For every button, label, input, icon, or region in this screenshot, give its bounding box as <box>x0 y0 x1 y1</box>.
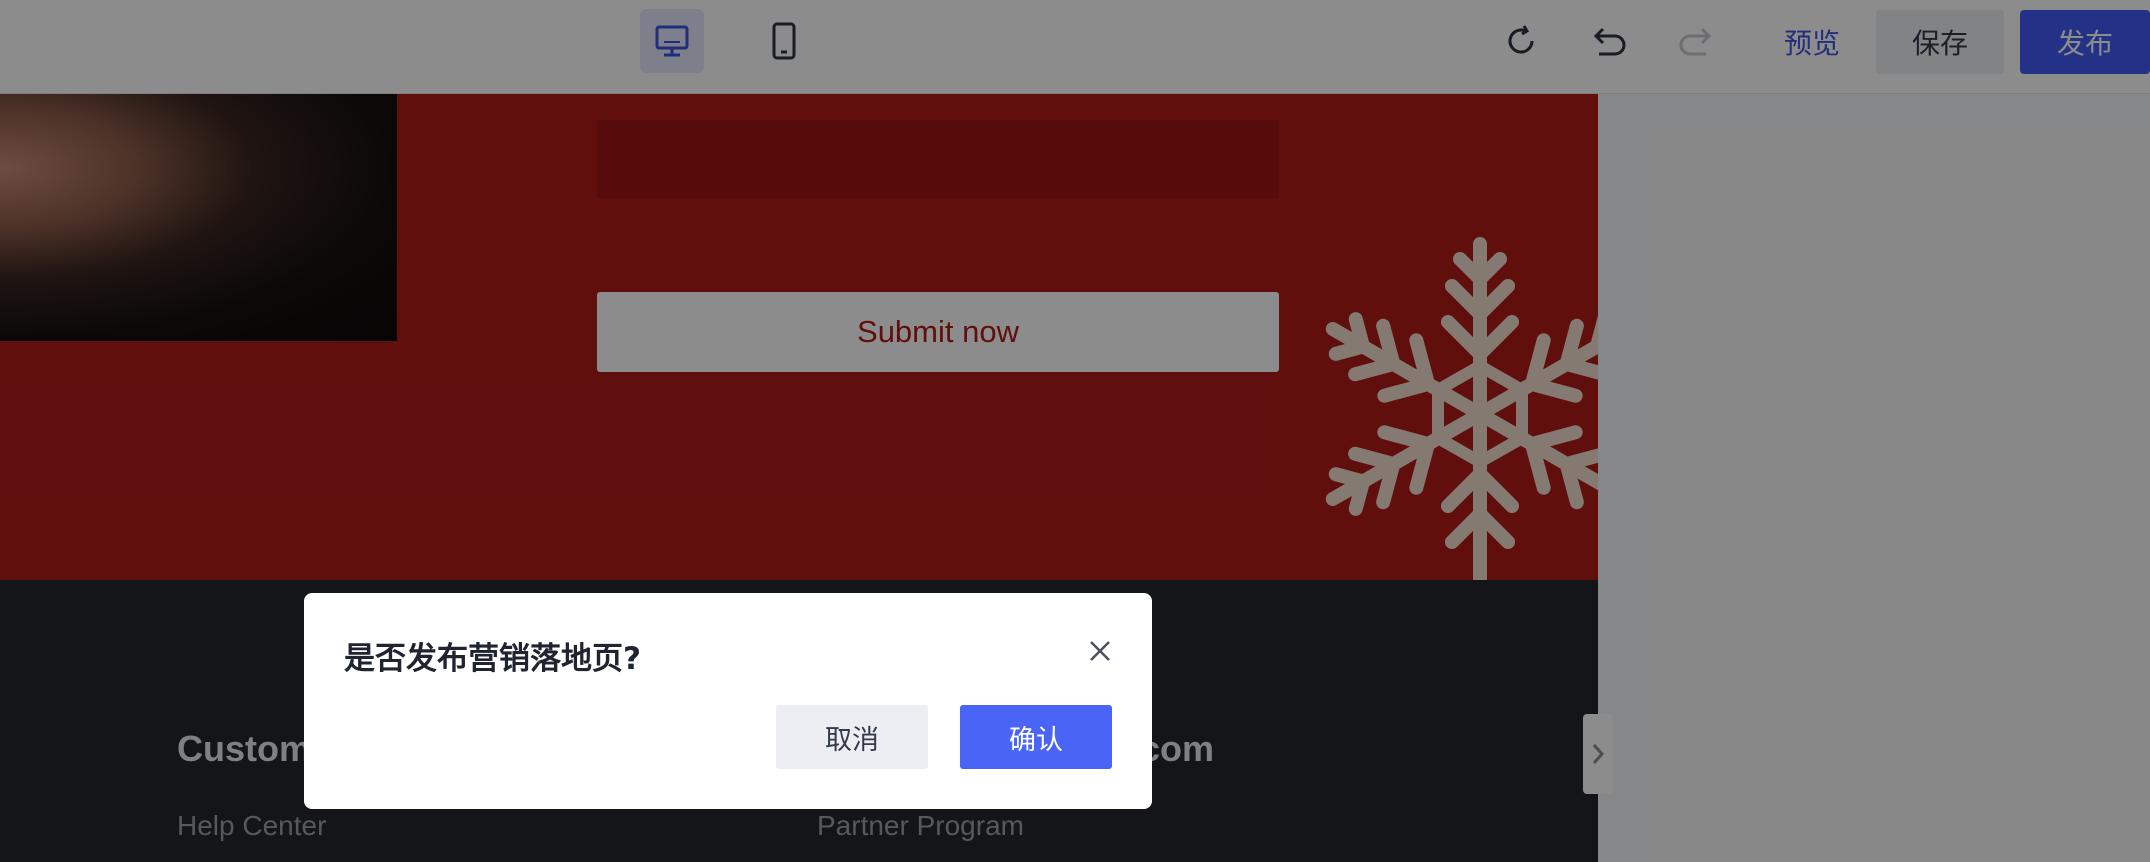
cancel-button[interactable]: 取消 <box>776 705 928 769</box>
publish-confirm-dialog: 是否发布营销落地页? 取消 确认 <box>304 593 1152 809</box>
dialog-title: 是否发布营销落地页? <box>344 641 641 677</box>
confirm-button[interactable]: 确认 <box>960 705 1112 769</box>
dialog-close-button[interactable] <box>1080 631 1120 671</box>
close-icon <box>1090 641 1110 661</box>
